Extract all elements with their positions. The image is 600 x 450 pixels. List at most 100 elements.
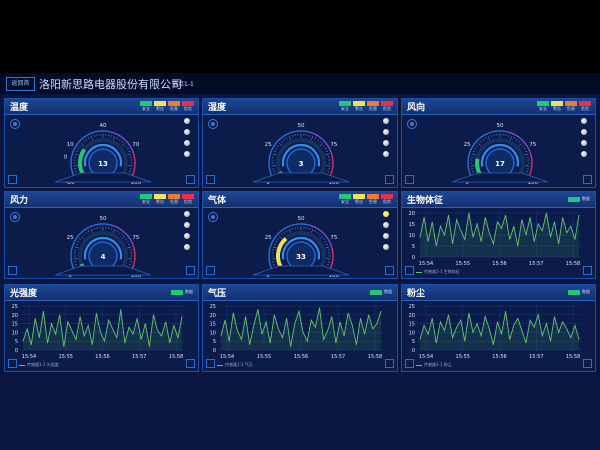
x-tick-label: 15:54 xyxy=(22,354,36,360)
corner-bracket-icon xyxy=(405,175,414,184)
gauge-tick xyxy=(311,228,314,233)
status-swatch xyxy=(171,289,183,295)
gauge-tick-label: 10 xyxy=(66,142,73,148)
gauge-tick-label: 25 xyxy=(265,142,272,148)
y-tick-label: 10 xyxy=(409,330,415,336)
gauge-dial: 025507510033 xyxy=(252,216,350,278)
gauge-tick xyxy=(87,137,89,140)
gauge-tick xyxy=(471,171,474,173)
series-legend: 传感器1-1 生物体征 xyxy=(416,269,460,275)
gauge-tick-label: 75 xyxy=(132,235,139,241)
y-tick-label: 20 xyxy=(210,313,216,319)
gauge-tick xyxy=(316,138,319,141)
data-point xyxy=(87,325,89,326)
header-bar: 返回首 洛阳新思路电器股份有限公司 节点1-1 xyxy=(0,73,600,94)
gauge-value: 17 xyxy=(495,160,505,168)
gauge-tick-label: 0 xyxy=(63,154,67,160)
data-point xyxy=(136,317,138,319)
data-point xyxy=(440,225,441,227)
data-point xyxy=(306,340,308,342)
gauge-tick xyxy=(273,243,276,246)
panel-title-bar: 粉尘 数据 xyxy=(402,285,595,301)
data-point xyxy=(574,325,576,326)
gauge-dial: 025507510017 xyxy=(451,123,548,185)
data-point xyxy=(237,330,238,331)
gauge-tick xyxy=(74,246,79,249)
gauge-tick xyxy=(283,231,286,234)
camera-icon[interactable] xyxy=(208,119,218,129)
panel-title-bar: 光强度 数据 xyxy=(5,285,198,301)
camera-icon[interactable] xyxy=(10,119,20,129)
data-point xyxy=(286,317,287,319)
corner-bracket-icon xyxy=(583,175,592,184)
corner-bracket-icon xyxy=(206,266,215,275)
data-point xyxy=(96,312,97,314)
data-point xyxy=(533,326,535,328)
panel-title-bar: 气压 数据 xyxy=(203,285,397,301)
panel-title: 生物体征 xyxy=(407,196,444,206)
data-point xyxy=(290,346,292,347)
x-tick-label: 15:57 xyxy=(132,354,146,360)
gauge-tick xyxy=(481,138,484,141)
gauge-tick xyxy=(319,236,324,240)
data-point xyxy=(83,335,85,337)
gauge-tick xyxy=(291,134,293,137)
gauge-tick xyxy=(124,238,127,241)
panel-title: 气压 xyxy=(208,289,227,299)
data-point xyxy=(525,342,527,344)
gauge-dial: -20010407010013 xyxy=(54,123,151,185)
data-point xyxy=(228,340,230,342)
camera-icon[interactable] xyxy=(10,212,20,222)
status-chip: 数据 xyxy=(171,289,193,295)
data-point xyxy=(452,243,453,245)
gauge-tick xyxy=(323,238,326,241)
data-point xyxy=(59,314,61,316)
data-point xyxy=(173,325,175,326)
corner-bracket-icon xyxy=(8,266,17,275)
gauge-tick xyxy=(126,153,131,156)
corner-bracket-icon xyxy=(206,175,215,184)
data-point xyxy=(128,326,130,328)
data-point xyxy=(112,328,114,330)
data-point xyxy=(310,319,312,321)
data-point xyxy=(157,330,158,331)
data-point xyxy=(419,236,421,238)
corner-bracket-icon xyxy=(186,266,195,275)
legend-label: 危害 xyxy=(369,199,377,204)
gauge-tick xyxy=(316,231,319,234)
data-point xyxy=(484,217,486,218)
data-point xyxy=(554,221,555,223)
status-light-icon xyxy=(581,151,587,157)
data-point xyxy=(269,342,271,344)
back-button[interactable]: 返回首 xyxy=(6,77,35,91)
y-tick-label: 0 xyxy=(15,348,18,354)
corner-bracket-icon xyxy=(405,359,414,368)
camera-icon[interactable] xyxy=(407,119,417,129)
status-light-icon xyxy=(184,244,190,250)
gauge-tick xyxy=(126,246,131,249)
line-chart: 0 5 10 15 20 15:54 15:55 15:56 15:57 15:58 xyxy=(409,211,581,267)
legend-item-1: 警告 xyxy=(353,101,365,112)
data-point xyxy=(566,232,568,234)
x-tick-label: 15:56 xyxy=(492,354,506,360)
gauge-tick xyxy=(110,227,112,230)
gauge-tick xyxy=(323,145,326,148)
data-point xyxy=(558,332,559,333)
data-point xyxy=(480,335,482,337)
panel-air-pressure: 气压 数据 0 5 10 15 20 25 15:54 15:55 15:56 15:57 15:58 传… xyxy=(202,284,398,372)
gauge-tick xyxy=(84,138,87,141)
gauge-tick-label: 50 xyxy=(496,123,503,129)
gauge-tick xyxy=(74,264,77,266)
camera-icon[interactable] xyxy=(208,212,218,222)
legend-item-2: 危害 xyxy=(168,194,180,205)
gauge-tick-label: 70 xyxy=(132,142,139,148)
data-point xyxy=(533,241,535,242)
legend-item-3: 危险 xyxy=(182,101,194,112)
status-light-icon xyxy=(383,140,389,146)
data-point xyxy=(431,317,433,319)
x-tick-label: 15:54 xyxy=(419,261,433,267)
y-tick-label: 10 xyxy=(409,233,415,239)
status-chip: 数据 xyxy=(370,289,392,295)
data-point xyxy=(505,214,506,216)
data-point xyxy=(63,346,65,347)
